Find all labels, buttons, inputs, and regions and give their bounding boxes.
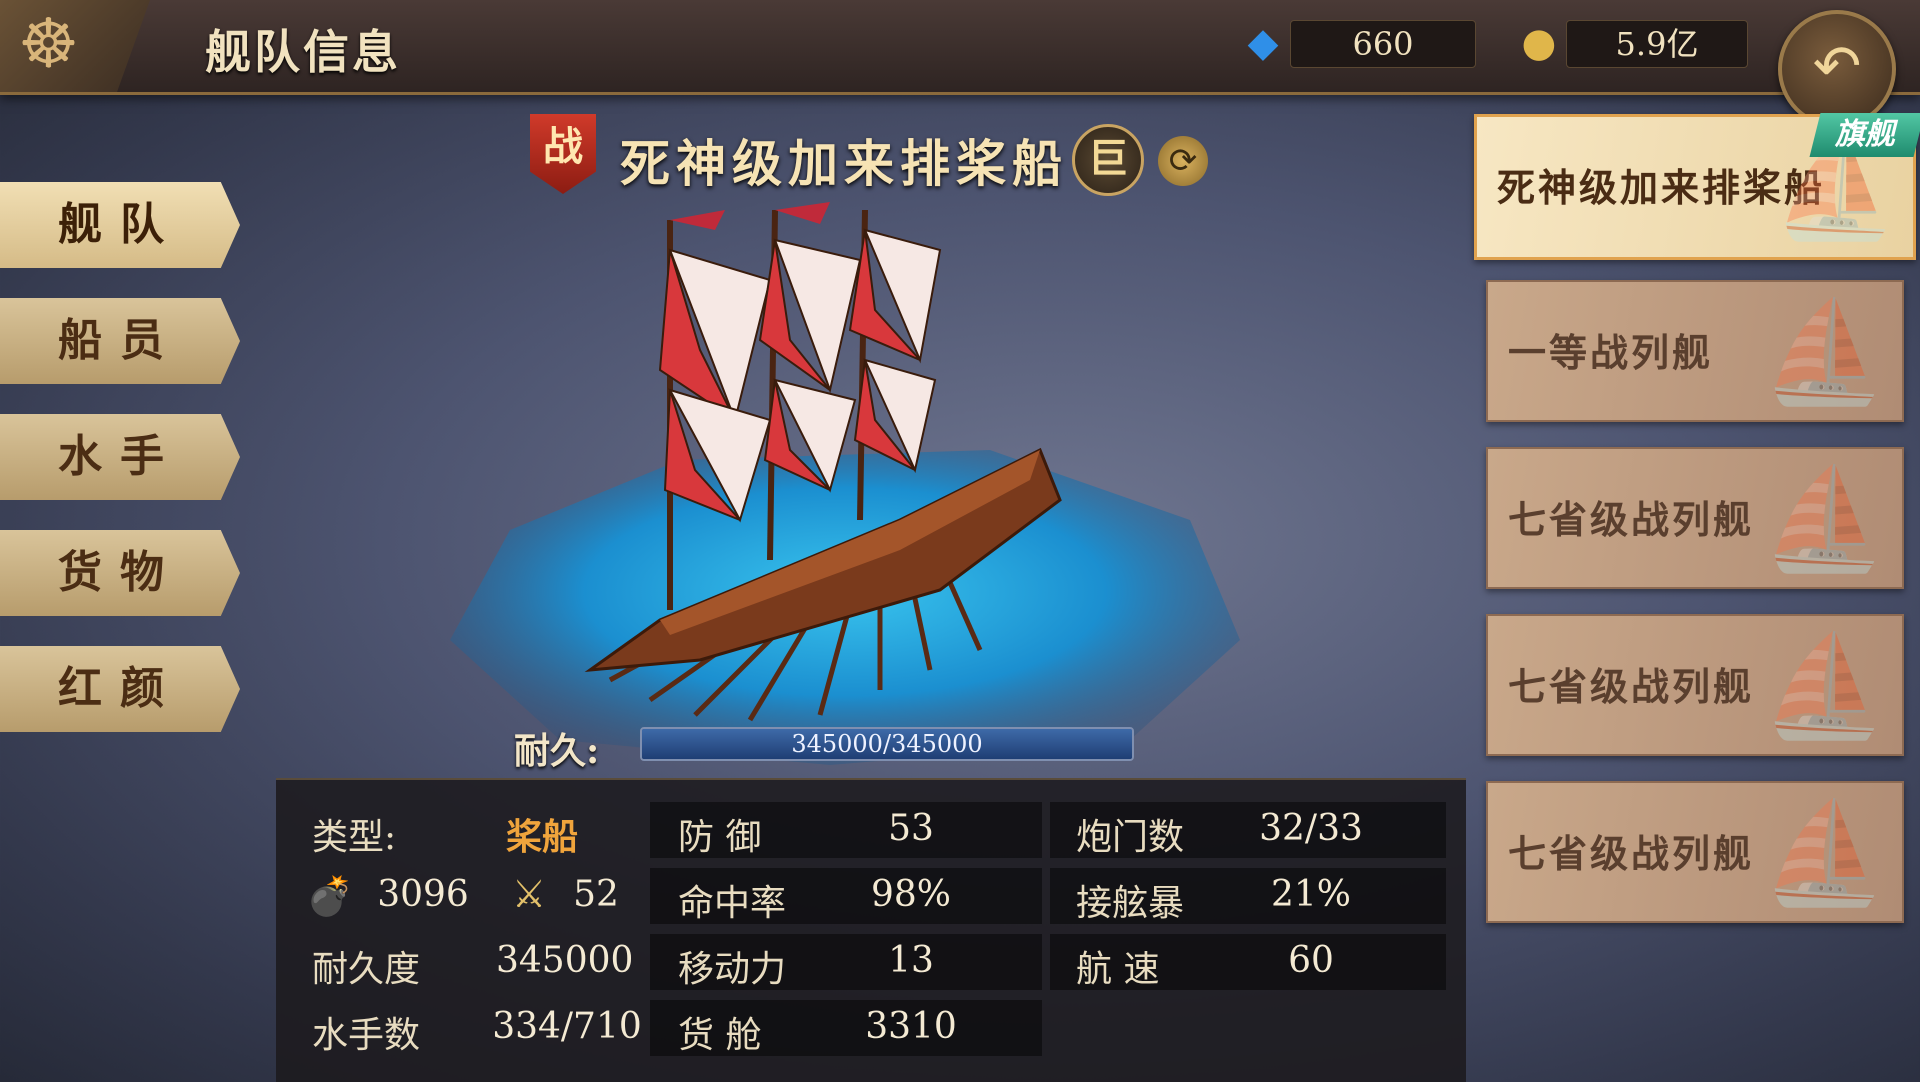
ship-wheel-icon: ☸ bbox=[18, 5, 79, 84]
cargo-value: 3310 bbox=[865, 1006, 957, 1047]
accuracy-value: 98% bbox=[870, 874, 951, 915]
mobility-label: 移动力 bbox=[678, 949, 787, 990]
accuracy-label: 命中率 bbox=[678, 883, 787, 924]
durability-bar: 345000/345000 bbox=[640, 727, 1134, 761]
ship-silhouette-icon: ⛵ bbox=[1761, 293, 1886, 410]
stats-panel: 类型: 桨船 💣 3096 ⚔ 52 耐久度 345000 水手数 334/71… bbox=[276, 778, 1466, 1082]
blue-gem-icon: ◆ bbox=[1247, 20, 1279, 66]
gunports-value: 32/33 bbox=[1259, 808, 1363, 849]
tab-fleet[interactable]: 舰队 bbox=[0, 182, 240, 268]
back-arrow-icon: ↶ bbox=[1812, 32, 1862, 100]
ship-name: 死神级加来排桨船 bbox=[620, 134, 1068, 193]
page-title: 舰队信息 bbox=[205, 25, 401, 79]
fleet-ship-card[interactable]: 七省级战列舰 ⛵ bbox=[1486, 614, 1904, 756]
fleet-ship-name: 七省级战列舰 bbox=[1508, 497, 1755, 542]
fleet-ship-card[interactable]: 一等战列舰 ⛵ bbox=[1486, 280, 1904, 422]
durability-stat-value: 345000 bbox=[496, 940, 634, 981]
size-class-badge: 巨 bbox=[1072, 124, 1144, 196]
fleet-ship-card[interactable]: 七省级战列舰 ⛵ bbox=[1486, 447, 1904, 589]
fleet-ship-name: 七省级战列舰 bbox=[1508, 831, 1755, 876]
cannon-value: 3096 bbox=[377, 874, 469, 915]
durability-label: 耐久: bbox=[514, 730, 600, 772]
defense-label: 防 御 bbox=[678, 817, 762, 858]
gem-counter: 660 bbox=[1290, 20, 1476, 68]
crossed-swords-icon: ⚔ bbox=[512, 872, 547, 916]
battle-badge: 战 bbox=[530, 114, 596, 194]
gold-coin-icon: ● bbox=[1521, 20, 1557, 66]
ship-silhouette-icon: ⛵ bbox=[1761, 794, 1886, 911]
gunports-label: 炮门数 bbox=[1076, 817, 1185, 858]
type-label: 类型: bbox=[312, 817, 397, 858]
ship-model bbox=[584, 202, 1062, 722]
defense-value: 53 bbox=[888, 808, 934, 849]
tab-cargo[interactable]: 货物 bbox=[0, 530, 240, 616]
ship-wheel-menu[interactable]: ☸ bbox=[0, 0, 150, 92]
sailors-label: 水手数 bbox=[312, 1015, 421, 1056]
tab-crew[interactable]: 船员 bbox=[0, 298, 240, 384]
boarding-value: 21% bbox=[1270, 874, 1351, 915]
swap-ship-icon[interactable]: ⟳ bbox=[1158, 136, 1208, 186]
mobility-value: 13 bbox=[888, 940, 934, 981]
gold-counter: 5.9亿 bbox=[1566, 20, 1748, 68]
cannon-icon: 💣 bbox=[306, 874, 354, 918]
fleet-ship-name: 一等战列舰 bbox=[1508, 330, 1714, 375]
speed-label: 航 速 bbox=[1076, 949, 1160, 990]
durability-stat-label: 耐久度 bbox=[312, 949, 421, 990]
speed-value: 60 bbox=[1288, 940, 1334, 981]
flagship-badge: 旗舰 bbox=[1809, 113, 1920, 157]
tab-sailors[interactable]: 水手 bbox=[0, 414, 240, 500]
boarding-label: 接舷暴 bbox=[1076, 883, 1185, 924]
ship-silhouette-icon: ⛵ bbox=[1761, 460, 1886, 577]
melee-value: 52 bbox=[573, 874, 619, 915]
fleet-ship-name: 七省级战列舰 bbox=[1508, 664, 1755, 709]
fleet-ship-card[interactable]: 七省级战列舰 ⛵ bbox=[1486, 781, 1904, 923]
top-bar: ☸ 舰队信息 ◆ 660 ● 5.9亿 bbox=[0, 0, 1920, 95]
durability-text: 345000/345000 bbox=[791, 730, 983, 758]
back-button[interactable]: ↶ bbox=[1778, 10, 1896, 128]
cargo-label: 货 舱 bbox=[678, 1015, 762, 1056]
ship-silhouette-icon: ⛵ bbox=[1761, 627, 1886, 744]
tab-beauty[interactable]: 红颜 bbox=[0, 646, 240, 732]
sailors-value: 334/710 bbox=[492, 1006, 642, 1047]
fleet-ship-card[interactable]: 死神级加来排桨船 ⛵ 旗舰 bbox=[1474, 113, 1920, 260]
type-value: 桨船 bbox=[505, 816, 578, 858]
